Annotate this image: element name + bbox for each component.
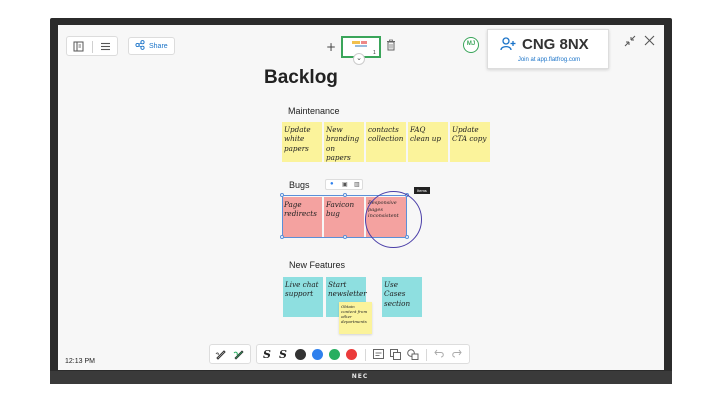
add-page-button[interactable]: + [326,40,336,54]
thin-stroke-icon[interactable]: S [263,348,271,361]
thumbnail-mark [361,41,367,44]
highlighter-icon[interactable] [233,348,245,363]
share-label: Share [149,42,168,50]
redo-icon[interactable] [451,349,462,361]
copy-icon[interactable] [390,349,401,363]
session-code: CNG 8NX [522,36,589,53]
undo-icon[interactable] [434,349,445,361]
section-label-maintenance: Maintenance [288,106,340,116]
resize-handle[interactable] [280,235,284,239]
sticky-note[interactable]: Live chat support [283,277,323,317]
brand-logo: NEC [351,373,369,380]
section-label-bugs: Bugs [289,180,310,190]
chevron-down-icon[interactable]: ⌄ [353,53,365,65]
toolbar-divider [365,349,366,361]
session-code-card[interactable]: CNG 8NX Join at app.flatfrog.com [487,29,609,69]
info-icon[interactable]: ● [330,181,334,187]
resize-handle[interactable] [343,193,347,197]
sticky-note[interactable]: FAQ clean up [408,122,448,162]
items-tooltip: Items [414,187,430,194]
color-swatch-green[interactable] [329,349,340,360]
left-toolbar [66,36,118,56]
resize-handle[interactable] [280,193,284,197]
share-button[interactable]: Share [128,37,175,55]
share-icon [135,40,145,52]
trash-icon[interactable] [386,39,396,54]
resize-handle[interactable] [343,235,347,239]
sticky-note-icon[interactable] [373,349,384,362]
whiteboard-screen: Share + 1 ⌄ MJ CNG 8NX Join at app.flatf… [58,25,664,370]
section-label-new-features: New Features [289,260,346,270]
clock: 12:13 PM [65,358,95,365]
lock-icon[interactable]: ▣ [342,181,348,188]
trash-icon[interactable]: ▥ [354,181,360,188]
sticky-note[interactable]: contacts collection [366,122,406,162]
thick-stroke-icon[interactable]: S [279,348,287,361]
thumbnail-mark [352,41,360,44]
color-swatch-blue[interactable] [312,349,323,360]
add-person-icon [500,37,516,56]
join-instructions: Join at app.flatfrog.com [517,57,581,63]
sticky-note[interactable]: Update white papers [282,122,322,162]
sticky-note[interactable]: Use Cases section [382,277,422,317]
menu-icon[interactable] [100,41,111,55]
toolbar-divider [426,349,427,361]
pen-icon[interactable] [215,348,227,363]
sticky-note[interactable]: New branding on papers [324,122,364,162]
collapse-icon[interactable] [624,35,636,50]
toolbar-divider [92,41,93,53]
pen-toolbar [209,344,251,364]
close-icon[interactable] [644,35,655,49]
board-title: Backlog [264,67,338,88]
small-sticky-note[interactable]: Obtain content from other departments [339,302,372,334]
selection-toolbar: ● ▣ ▥ [325,179,363,190]
color-swatch-red[interactable] [346,349,357,360]
shapes-icon[interactable] [407,349,419,363]
sticky-note[interactable]: Update CTA copy [450,122,490,162]
thumbnail-mark [355,45,367,47]
avatar[interactable]: MJ [463,37,479,53]
page-number: 1 [373,50,376,56]
main-toolbar: S S [256,344,470,364]
sidebar-icon[interactable] [73,41,84,55]
color-swatch-black[interactable] [295,349,306,360]
drawn-circle[interactable] [365,191,422,248]
